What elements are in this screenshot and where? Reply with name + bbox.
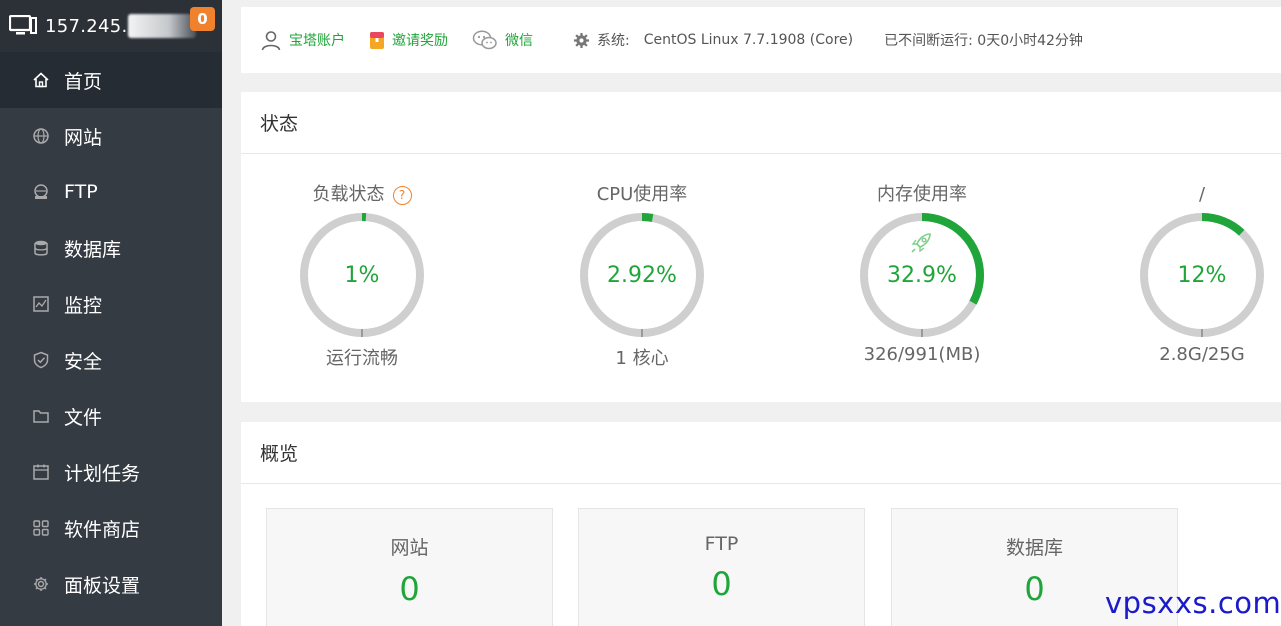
gear-icon [573,32,590,48]
sidebar-item-files[interactable]: 文件 [0,388,222,444]
sidebar-item-database[interactable]: 数据库 [0,220,222,276]
sidebar-item-store[interactable]: 软件商店 [0,500,222,556]
server-header: 157.245. 0 [0,0,222,52]
sidebar-item-security[interactable]: 安全 [0,332,222,388]
wechat-icon [472,30,497,50]
sidebar-item-ftp[interactable]: FTP [0,164,222,220]
sidebar-item-label: 面板设置 [64,574,141,597]
gauge-title: / [1198,184,1206,205]
sidebar-item-label: 数据库 [64,238,122,261]
help-icon[interactable]: ? [392,185,412,205]
card-title: 数据库 [1005,537,1063,559]
overview-card-ftp[interactable]: FTP 0 [578,508,865,626]
gauge-title: CPU使用率 [596,184,688,205]
shield-icon [32,351,50,369]
sidebar: 157.245. 0 首页 网站 FTP 数据库 监控 安全 文件 计划任务 软… [0,0,222,626]
sidebar-item-label: 安全 [64,350,103,373]
invite-link[interactable]: 邀请奖励 [369,30,448,50]
monitor-chart-icon [32,295,50,313]
gauge-value: 1% [344,262,380,288]
top-info-bar: 宝塔账户 邀请奖励 微信 系统: CentOS Linux 7.7.1908 (… [241,7,1281,73]
ip-redaction [127,14,196,38]
folder-icon [32,407,50,425]
overview-card-website[interactable]: 网站 0 [266,508,553,626]
system-label: 系统: [597,33,630,49]
invite-label: 邀请奖励 [392,33,448,49]
message-badge[interactable]: 0 [190,7,215,31]
gauge-subtitle: 1 核心 [615,348,669,369]
home-icon [32,71,50,89]
system-value: CentOS Linux 7.7.1908 (Core) [643,32,854,48]
monitor-icon [9,15,37,35]
card-value[interactable]: 0 [267,570,552,608]
globe-icon [32,127,50,145]
wechat-label: 微信 [505,33,533,49]
wechat-link[interactable]: 微信 [472,30,533,50]
gear-icon [32,575,50,593]
calendar-icon [32,463,50,481]
gauge-subtitle: 2.8G/25G [1159,344,1245,365]
account-link[interactable]: 宝塔账户 [260,29,345,51]
gauge-value: 32.9% [887,262,957,288]
memory-gauge[interactable]: 内存使用率 32.9% 326/991(MB) [822,180,1022,365]
cpu-gauge[interactable]: CPU使用率 2.92% 1 核心 [542,180,742,370]
account-label: 宝塔账户 [289,33,345,49]
database-icon [32,239,50,257]
sidebar-item-label: FTP [64,181,98,203]
server-ip: 157.245. [45,15,128,37]
sidebar-item-label: 文件 [64,406,103,429]
sidebar-item-cron[interactable]: 计划任务 [0,444,222,500]
status-panel: 状态 负载状态? 1% 运行流畅 CPU使用率 2.92% 1 核心 内存使用率… [241,92,1281,402]
gauge-subtitle: 326/991(MB) [863,344,981,365]
gauge-value: 12% [1177,262,1227,288]
gauge-title: 内存使用率 [877,184,967,205]
gauge-value: 2.92% [607,262,677,288]
status-title: 状态 [241,92,1281,154]
sidebar-item-settings[interactable]: 面板设置 [0,556,222,612]
sidebar-item-monitor[interactable]: 监控 [0,276,222,332]
sidebar-item-label: 计划任务 [64,462,141,485]
watermark-text: vpsxxs.com [1105,586,1281,620]
gift-icon [370,32,384,49]
card-value[interactable]: 0 [579,565,864,603]
apps-grid-icon [32,519,50,537]
gauge-subtitle: 运行流畅 [326,348,398,369]
sidebar-item-label: 网站 [64,126,103,149]
disk-gauge[interactable]: / 12% 2.8G/25G [1102,180,1281,365]
uptime-text: 已不间断运行: 0天0小时42分钟 [884,33,1083,49]
card-title: FTP [704,533,739,555]
sidebar-item-label: 软件商店 [64,518,141,541]
sidebar-item-home[interactable]: 首页 [0,52,222,108]
sidebar-item-label: 首页 [64,70,103,93]
ftp-icon [32,183,50,201]
card-title: 网站 [390,537,429,559]
sidebar-item-website[interactable]: 网站 [0,108,222,164]
user-icon [261,31,281,51]
overview-title: 概览 [241,422,1281,484]
system-info: 系统: CentOS Linux 7.7.1908 (Core) [573,30,853,50]
sidebar-item-label: 监控 [64,294,103,317]
gauge-title: 负载状态 [312,184,385,205]
load-gauge[interactable]: 负载状态? 1% 运行流畅 [262,180,462,370]
